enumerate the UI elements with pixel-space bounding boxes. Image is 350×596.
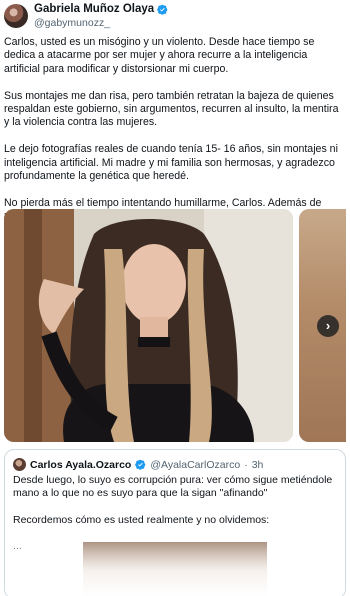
bottom-fade (5, 528, 345, 596)
verified-badge-icon (135, 459, 146, 470)
media-carousel: › (4, 209, 346, 442)
tweet-paragraph: Carlos, usted es un misógino y un violen… (4, 36, 315, 75)
verified-badge-icon (157, 4, 168, 15)
quoted-timestamp[interactable]: 3h (252, 459, 264, 471)
tweet-paragraph: Sus montajes me dan risa, pero también r… (4, 89, 339, 129)
quoted-author-name[interactable]: Carlos Ayala.Ozarco (30, 459, 131, 471)
quoted-author-avatar[interactable] (13, 458, 26, 471)
author-name[interactable]: Gabriela Muñoz Olaya (34, 3, 154, 15)
author-name-row: Gabriela Muñoz Olaya (34, 3, 168, 15)
photo-main[interactable] (4, 209, 293, 442)
separator-dot: · (244, 458, 248, 471)
quoted-paragraph: Desde luego, lo suyo es corrupción pura:… (13, 474, 333, 500)
quoted-paragraph: Recordemos cómo es usted realmente y no … (13, 513, 270, 526)
photo-portrait (4, 209, 293, 442)
author-handle[interactable]: @gabymunozz_ (34, 17, 110, 29)
tweet-text: Carlos, usted es un misógino y un violen… (4, 36, 346, 237)
tweet-paragraph: Le dejo fotografías reales de cuando ten… (4, 143, 338, 183)
author-avatar[interactable] (4, 4, 28, 28)
chevron-right-icon[interactable]: › (317, 315, 339, 337)
quoted-author-handle[interactable]: @AyalaCarlOzarco (150, 459, 240, 471)
quoted-tweet[interactable]: Carlos Ayala.Ozarco @AyalaCarlOzarco · 3… (4, 449, 346, 596)
quoted-tweet-header: Carlos Ayala.Ozarco @AyalaCarlOzarco · 3… (13, 458, 263, 471)
tweet-header: Gabriela Muñoz Olaya @gabymunozz_ (4, 3, 346, 33)
